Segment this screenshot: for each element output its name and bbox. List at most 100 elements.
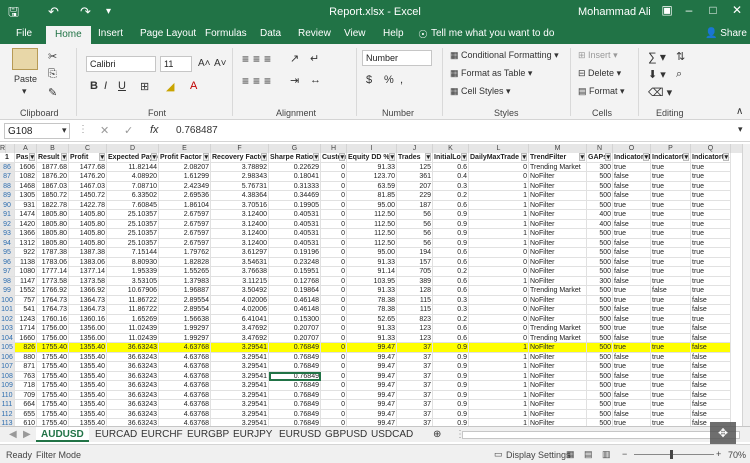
grid-cell[interactable]: true bbox=[613, 381, 651, 391]
grid-cell[interactable]: 541 bbox=[15, 305, 37, 315]
grid-cell[interactable]: 3.61297 bbox=[211, 248, 269, 258]
grid-cell[interactable]: 0.9 bbox=[433, 219, 469, 229]
sheet-tab[interactable]: EURUSD bbox=[274, 427, 326, 442]
grid-cell[interactable]: 4.63768 bbox=[159, 352, 211, 362]
grid-cell[interactable]: 1755.40 bbox=[37, 381, 69, 391]
grid-cell[interactable]: 123.70 bbox=[347, 172, 397, 182]
grid-cell[interactable]: true bbox=[651, 248, 691, 258]
column-title-cell[interactable]: Sharpe Ratio ▾ bbox=[269, 153, 321, 163]
grid-cell[interactable]: 99.47 bbox=[347, 409, 397, 419]
grid-cell[interactable]: 1364.73 bbox=[69, 305, 107, 315]
grid-cell[interactable]: 1805.80 bbox=[37, 210, 69, 220]
grid-cell[interactable]: true bbox=[691, 276, 731, 286]
tab-home[interactable]: Home bbox=[46, 26, 91, 44]
grid-cell[interactable]: false bbox=[613, 267, 651, 277]
grid-cell[interactable]: 0 bbox=[321, 305, 347, 315]
filter-dropdown-icon[interactable]: ▾ bbox=[605, 153, 611, 161]
grid-cell[interactable]: 500 bbox=[587, 200, 613, 210]
sheet-tab[interactable]: EURGBP bbox=[182, 427, 234, 442]
grid-cell[interactable]: NoFilter bbox=[529, 219, 587, 229]
tab-page-layout[interactable]: Page Layout bbox=[140, 28, 196, 44]
column-title-cell[interactable]: Trades ▾ bbox=[397, 153, 433, 163]
grid-cell[interactable]: 709 bbox=[15, 390, 37, 400]
sheet-tab[interactable]: GBPUSD bbox=[320, 427, 372, 442]
grid-cell[interactable]: 4.38364 bbox=[211, 191, 269, 201]
ribbon-display-icon[interactable]: ▣ bbox=[656, 3, 678, 17]
row-header[interactable]: 95 bbox=[0, 248, 15, 258]
grid-cell[interactable]: true bbox=[613, 362, 651, 372]
cancel-entry-icon[interactable]: ✕ bbox=[100, 124, 109, 137]
grid-cell[interactable]: 99.47 bbox=[347, 362, 397, 372]
sort-filter-icon[interactable]: ⇅ bbox=[676, 50, 685, 63]
row-header[interactable]: 109 bbox=[0, 381, 15, 391]
grid-cell[interactable]: 1405.80 bbox=[69, 238, 107, 248]
grid-cell[interactable]: 1764.73 bbox=[37, 295, 69, 305]
grid-cell[interactable]: 0 bbox=[321, 210, 347, 220]
grid-cell[interactable]: 0 bbox=[469, 333, 529, 343]
grid-cell[interactable]: 0.19864 bbox=[269, 286, 321, 296]
column-header[interactable]: D bbox=[107, 144, 159, 153]
grid-cell[interactable]: 1 bbox=[469, 200, 529, 210]
grid-cell[interactable]: 0.23248 bbox=[269, 257, 321, 267]
grid-cell[interactable]: 2.69536 bbox=[159, 191, 211, 201]
filter-dropdown-icon[interactable]: ▾ bbox=[683, 153, 689, 161]
grid-cell[interactable]: 1476.20 bbox=[69, 172, 107, 182]
grid-cell[interactable]: 0 bbox=[321, 276, 347, 286]
grid-cell[interactable]: 4.63768 bbox=[159, 400, 211, 410]
grid-cell[interactable]: 1.56638 bbox=[159, 314, 211, 324]
grid-cell[interactable]: 0 bbox=[321, 229, 347, 239]
grid-cell[interactable]: 1 bbox=[469, 276, 529, 286]
font-size-select[interactable]: 11 bbox=[160, 56, 192, 72]
row-header[interactable]: 1 bbox=[0, 153, 15, 163]
grid-cell[interactable]: 2.67597 bbox=[159, 238, 211, 248]
grid-cell[interactable]: 1755.40 bbox=[37, 362, 69, 372]
grid-cell[interactable]: Trending Market bbox=[529, 333, 587, 343]
grid-cell[interactable]: NoFilter bbox=[529, 200, 587, 210]
fill-icon[interactable]: ⬇ ▾ bbox=[648, 68, 666, 81]
grid-cell[interactable]: 0 bbox=[469, 248, 529, 258]
grid-cell[interactable]: 0 bbox=[321, 324, 347, 334]
grid-cell[interactable]: 1422.78 bbox=[69, 200, 107, 210]
grid-cell[interactable]: 63.59 bbox=[347, 181, 397, 191]
grid-cell[interactable]: 0.40531 bbox=[269, 238, 321, 248]
grid-cell[interactable]: 3.29541 bbox=[211, 409, 269, 419]
grid-cell[interactable]: 11.86722 bbox=[107, 305, 159, 315]
grid-cell[interactable]: 0.9 bbox=[433, 238, 469, 248]
increase-font-icon[interactable]: A˄ bbox=[198, 58, 211, 69]
grid-cell[interactable]: 1355.40 bbox=[69, 352, 107, 362]
grid-cell[interactable]: 56 bbox=[397, 219, 433, 229]
grid-cell[interactable]: 3.11215 bbox=[211, 276, 269, 286]
grid-cell[interactable]: 500 bbox=[587, 419, 613, 426]
percent-button[interactable]: % bbox=[384, 74, 394, 86]
column-header[interactable]: Q bbox=[691, 144, 731, 153]
grid-cell[interactable]: 1080 bbox=[15, 267, 37, 277]
grid-cell[interactable]: NoFilter bbox=[529, 381, 587, 391]
grid-cell[interactable]: 0.76849 bbox=[269, 381, 321, 391]
grid-cell[interactable]: 3.12400 bbox=[211, 229, 269, 239]
grid-cell[interactable]: 5.76731 bbox=[211, 181, 269, 191]
column-title-cell[interactable]: Result ▾ bbox=[37, 153, 69, 163]
grid-cell[interactable]: 0.31333 bbox=[269, 181, 321, 191]
grid-cell[interactable]: NoFilter bbox=[529, 267, 587, 277]
grid-cell[interactable]: false bbox=[613, 257, 651, 267]
grid-cell[interactable]: 36.63243 bbox=[107, 419, 159, 426]
grid-cell[interactable]: 1805.80 bbox=[37, 229, 69, 239]
grid-cell[interactable]: 1373.58 bbox=[69, 276, 107, 286]
delete-cells-button[interactable]: ⊟ Delete ▾ bbox=[578, 68, 621, 79]
grid-cell[interactable]: 10.67906 bbox=[107, 286, 159, 296]
grid-cell[interactable]: NoFilter bbox=[529, 295, 587, 305]
row-header[interactable]: 103 bbox=[0, 324, 15, 334]
grid-cell[interactable]: false bbox=[651, 286, 691, 296]
grid-cell[interactable]: 0 bbox=[321, 248, 347, 258]
grid-cell[interactable]: true bbox=[613, 419, 651, 426]
grid-cell[interactable]: 1377.14 bbox=[69, 267, 107, 277]
maximize-icon[interactable]: □ bbox=[702, 3, 724, 17]
grid-cell[interactable]: 500 bbox=[587, 267, 613, 277]
grid-cell[interactable]: true bbox=[613, 229, 651, 239]
grid-cell[interactable]: 0.6 bbox=[433, 257, 469, 267]
grid-cell[interactable]: 2.98343 bbox=[211, 172, 269, 182]
grid-cell[interactable]: 99.47 bbox=[347, 419, 397, 426]
grid-cell[interactable]: 1 bbox=[469, 219, 529, 229]
grid-cell[interactable]: false bbox=[691, 390, 731, 400]
grid-cell[interactable]: 37 bbox=[397, 352, 433, 362]
